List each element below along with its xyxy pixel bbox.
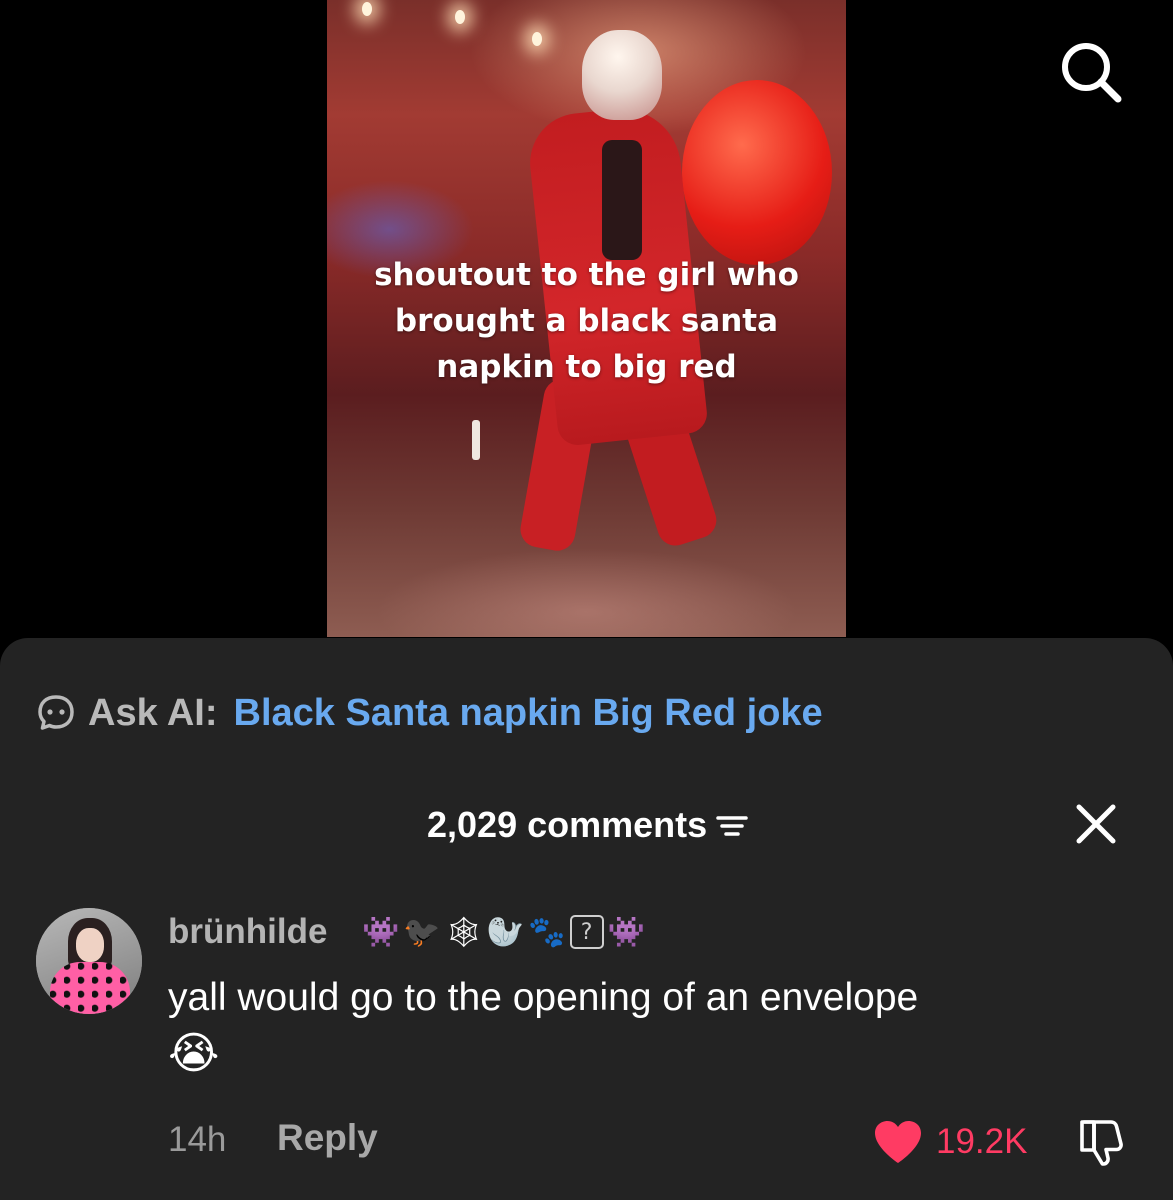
- comments-header: 2,029 comments: [0, 800, 1173, 850]
- badge-emoji: 👾: [607, 915, 645, 949]
- stage-light: [455, 10, 465, 24]
- dislike-icon[interactable]: [1074, 1114, 1130, 1170]
- comment-timestamp: 14h: [168, 1120, 227, 1159]
- like-button[interactable]: 19.2K: [872, 1116, 1027, 1168]
- badge-emoji: 🦭: [486, 915, 525, 949]
- badge-emoji: 👾: [362, 915, 400, 949]
- comment-count: 2,029 comments: [427, 804, 708, 845]
- comment-username[interactable]: brünhilde: [168, 910, 327, 954]
- caption-line: brought a black santa: [394, 303, 779, 339]
- ai-chat-icon: [36, 693, 76, 733]
- username-badges: 👾 🐦‍⬛ 🕸 🦭 🐾 ? 👾: [362, 904, 645, 960]
- close-icon[interactable]: [1072, 800, 1120, 848]
- red-balloon: [682, 80, 832, 265]
- performer-head: [582, 30, 662, 120]
- ask-ai-link[interactable]: Ask AI: Black Santa napkin Big Red joke: [36, 688, 823, 738]
- comment-text: yall would go to the opening of an envel…: [168, 976, 919, 1019]
- video-player[interactable]: shoutout to the girl who brought a black…: [327, 0, 846, 637]
- caption-line: shoutout to the girl who: [374, 257, 799, 293]
- sort-icon[interactable]: [715, 810, 749, 840]
- sort-comments-button[interactable]: 2,029 comments: [427, 800, 749, 850]
- badge-emoji: 🐾: [528, 915, 566, 949]
- heart-icon[interactable]: [872, 1119, 924, 1165]
- badge-emoji: 🕸: [444, 915, 483, 949]
- video-caption: shoutout to the girl who brought a black…: [327, 252, 846, 390]
- avatar[interactable]: [36, 908, 142, 1014]
- badge-emoji: 🐦‍⬛: [403, 915, 441, 949]
- ask-ai-label: Ask AI:: [88, 691, 218, 734]
- caption-line: napkin to big red: [436, 349, 737, 385]
- ask-ai-query[interactable]: Black Santa napkin Big Red joke: [234, 692, 823, 735]
- search-icon[interactable]: [1055, 36, 1125, 106]
- reply-button[interactable]: Reply: [277, 1117, 378, 1159]
- microphone: [472, 420, 480, 460]
- stage-light: [532, 32, 542, 46]
- performer-shirt: [602, 140, 642, 260]
- crying-emoji: 😭: [168, 1029, 220, 1078]
- video-area[interactable]: shoutout to the girl who brought a black…: [0, 0, 1173, 660]
- comment-body: yall would go to the opening of an envel…: [168, 970, 1148, 1084]
- badge-question: ?: [569, 915, 604, 949]
- like-count: 19.2K: [936, 1122, 1028, 1161]
- stage-light: [362, 2, 372, 16]
